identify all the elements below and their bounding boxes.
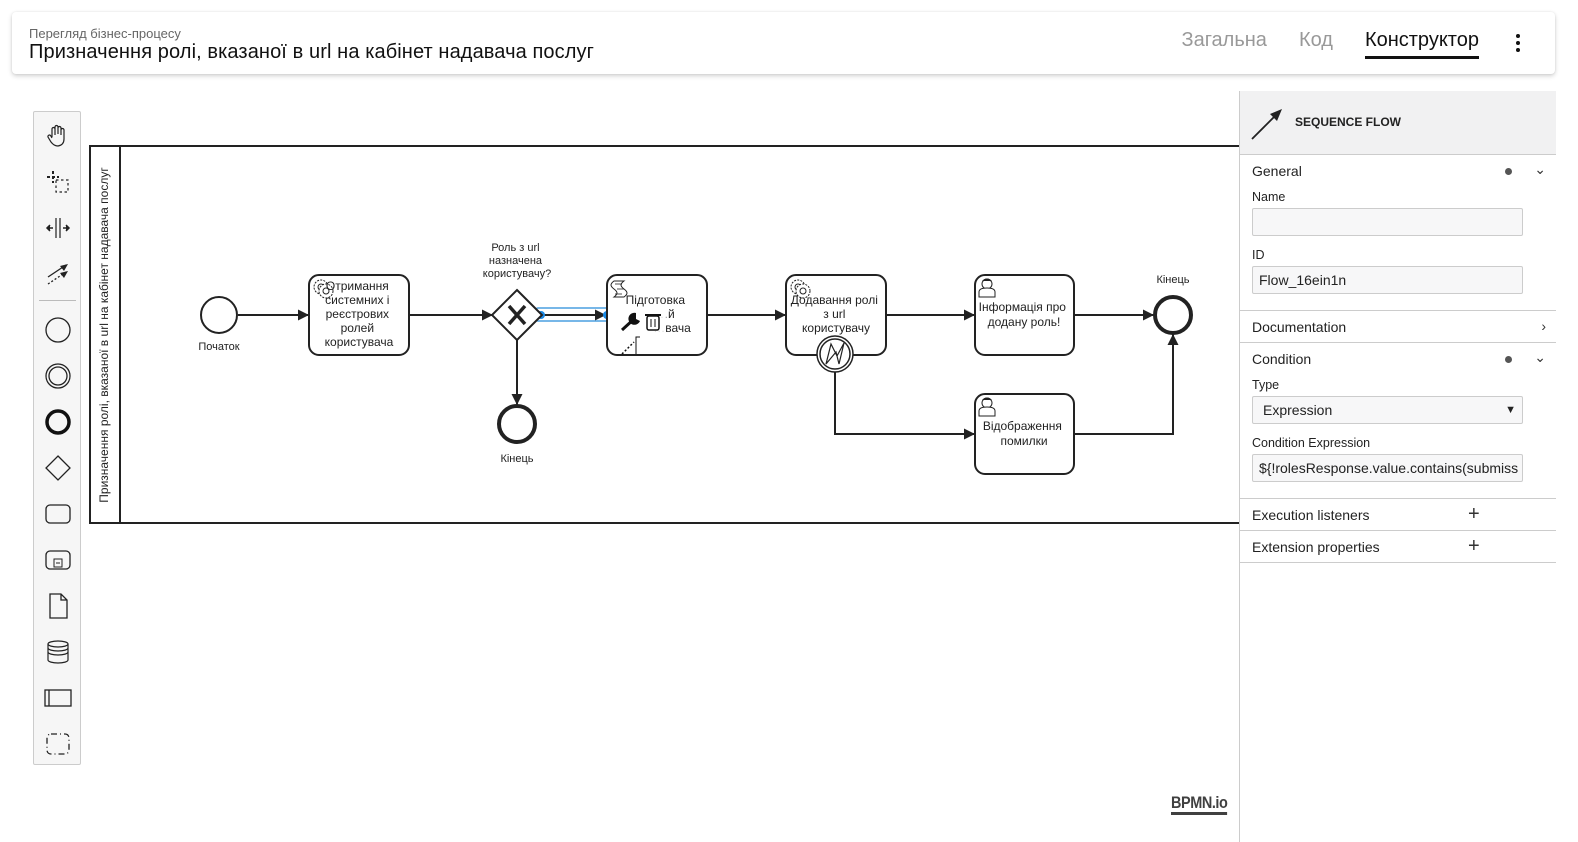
end-event-1-label: Кінець xyxy=(500,453,533,465)
task-error[interactable]: Відображення помилки xyxy=(974,393,1075,475)
space-icon xyxy=(45,218,71,238)
chevron-right-icon[interactable]: › xyxy=(1541,318,1546,334)
properties-header: SEQUENCE FLOW xyxy=(1240,91,1556,155)
type-label: Type xyxy=(1252,378,1280,392)
data-object-icon xyxy=(49,593,68,619)
end-event-1[interactable]: Кінець xyxy=(497,404,537,465)
palette-separator xyxy=(39,300,76,301)
group-documentation-header[interactable]: Documentation › xyxy=(1240,311,1556,342)
create-intermediate-event[interactable] xyxy=(41,359,75,393)
condition-expression-label: Condition Expression xyxy=(1252,436,1371,450)
data-store-icon xyxy=(47,640,69,664)
flow-error-boundary-to-error[interactable] xyxy=(834,372,975,440)
end-event-2-label: Кінець xyxy=(1156,274,1189,286)
intermediate-event-icon xyxy=(45,363,71,389)
create-gateway[interactable] xyxy=(41,451,75,485)
trash-icon[interactable] xyxy=(645,314,661,331)
gateway-icon xyxy=(45,455,71,481)
create-data-object[interactable] xyxy=(41,589,75,623)
add-execution-listener-icon[interactable]: + xyxy=(1468,503,1480,526)
start-event-icon xyxy=(45,317,71,343)
tab-general[interactable]: Загальна xyxy=(1181,29,1266,59)
group-general-header[interactable]: General ⌄ xyxy=(1240,155,1556,186)
pool-label: Призначення ролі, вказаної в url на кабі… xyxy=(97,167,111,503)
chevron-down-icon: ▼ xyxy=(1505,404,1516,416)
page-title: Призначення ролі, вказаної в url на кабі… xyxy=(29,41,594,63)
subprocess-icon xyxy=(45,550,71,570)
group-extension-properties: Extension properties + xyxy=(1240,531,1556,563)
data-marker-icon xyxy=(1505,168,1512,175)
name-input[interactable] xyxy=(1252,208,1523,236)
create-group[interactable] xyxy=(41,727,75,761)
selected-sequence-flow[interactable] xyxy=(535,307,614,322)
create-end-event[interactable] xyxy=(41,405,75,439)
properties-panel: SEQUENCE FLOW General ⌄ Name ID Flow_16e… xyxy=(1239,91,1556,842)
tab-constructor[interactable]: Конструктор xyxy=(1364,29,1479,59)
svg-text:Інформація про додану: Інформація про додану роль! xyxy=(979,300,1070,329)
group-condition: Condition ⌄ Type Expression ▼ Condition … xyxy=(1240,343,1556,499)
group-general: General ⌄ Name ID Flow_16ein1n xyxy=(1240,155,1556,311)
condition-expression-input[interactable]: ${!rolesResponse.value.contains(submiss xyxy=(1252,454,1523,482)
data-marker-icon xyxy=(1505,356,1512,363)
end-event-2[interactable]: Кінець xyxy=(1153,274,1193,335)
page-subtitle: Перегляд бізнес-процесу xyxy=(29,26,181,41)
add-extension-property-icon[interactable]: + xyxy=(1468,535,1480,558)
lasso-icon xyxy=(47,171,69,193)
create-start-event[interactable] xyxy=(41,313,75,347)
type-select[interactable]: Expression ▼ xyxy=(1252,396,1523,424)
task-info[interactable]: Інформація про додану роль! xyxy=(974,274,1075,356)
space-tool[interactable] xyxy=(41,211,75,245)
create-pool[interactable] xyxy=(41,681,75,715)
page-header: Перегляд бізнес-процесу Призначення ролі… xyxy=(12,12,1555,74)
start-event-label: Початок xyxy=(198,341,239,353)
end-event-icon xyxy=(45,409,71,435)
flow-error-to-end2[interactable] xyxy=(1074,334,1179,435)
group-condition-header[interactable]: Condition ⌄ xyxy=(1240,343,1556,374)
tool-palette xyxy=(33,111,81,765)
create-data-store[interactable] xyxy=(41,635,75,669)
create-task[interactable] xyxy=(41,497,75,531)
tab-bar: Загальна Код Конструктор xyxy=(1181,29,1479,59)
id-label: ID xyxy=(1252,248,1265,262)
tab-code[interactable]: Код xyxy=(1299,29,1333,59)
global-connect-tool[interactable] xyxy=(41,257,75,291)
task-get-roles[interactable]: Отримання системних і реєстрових ролей к… xyxy=(308,274,410,356)
task-prepare[interactable]: Підготовка …й …вача xyxy=(606,274,708,356)
id-input[interactable]: Flow_16ein1n xyxy=(1252,266,1523,294)
svg-text:Отримання системних і: Отримання системних і реєстрових ролей к… xyxy=(325,279,394,349)
group-extension-properties-header[interactable]: Extension properties + xyxy=(1240,531,1556,562)
error-boundary-event[interactable] xyxy=(816,335,854,373)
task-icon xyxy=(45,504,71,524)
group-execution-listeners: Execution listeners + xyxy=(1240,499,1556,531)
hand-icon xyxy=(47,124,65,147)
connect-icon xyxy=(47,264,68,285)
chevron-down-icon[interactable]: ⌄ xyxy=(1534,349,1546,366)
lasso-tool[interactable] xyxy=(41,165,75,199)
sequence-flow-icon xyxy=(1251,109,1282,140)
start-event[interactable]: Початок xyxy=(198,296,240,353)
element-type: SEQUENCE FLOW xyxy=(1295,115,1402,129)
hand-tool[interactable] xyxy=(41,119,75,153)
group-icon xyxy=(46,733,70,755)
bpmn-canvas[interactable]: Призначення ролі, вказаної в url на кабі… xyxy=(0,80,1240,842)
bpmn-io-logo[interactable]: BPMN.io xyxy=(1171,794,1228,815)
pool-icon xyxy=(44,689,72,707)
more-vertical-icon[interactable] xyxy=(1511,32,1525,56)
exclusive-gateway[interactable]: Роль з url назначена користувачу? xyxy=(483,242,551,342)
group-execution-listeners-header[interactable]: Execution listeners + xyxy=(1240,499,1556,530)
gateway-label: Роль з url назначена користувачу? xyxy=(483,242,551,280)
chevron-down-icon[interactable]: ⌄ xyxy=(1534,161,1546,178)
name-label: Name xyxy=(1252,190,1286,204)
group-documentation: Documentation › xyxy=(1240,311,1556,343)
create-subprocess[interactable] xyxy=(41,543,75,577)
